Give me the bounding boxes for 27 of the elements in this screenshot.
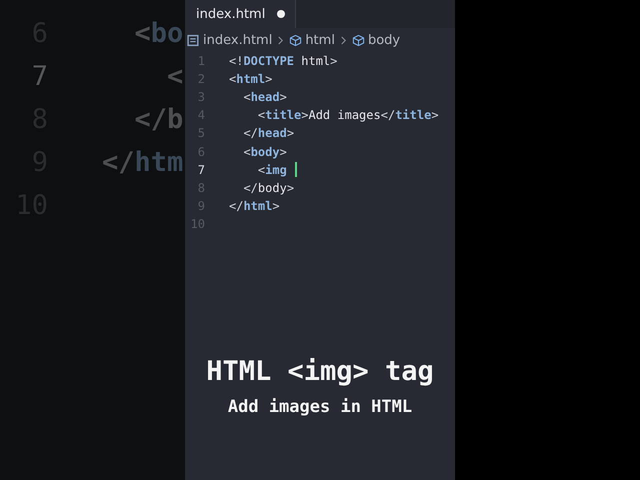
caption-title: HTML <img> tag bbox=[206, 356, 434, 387]
code-line: <html> bbox=[229, 72, 272, 86]
chevron-icon bbox=[277, 35, 284, 46]
breadcrumb-item[interactable]: html bbox=[305, 33, 335, 48]
code-line: </html> bbox=[229, 198, 280, 213]
code-line: <title>Add images</title> bbox=[256, 108, 439, 122]
code-line: </head> bbox=[242, 126, 294, 140]
breadcrumb-item[interactable]: body bbox=[368, 33, 400, 48]
line-number: 7 bbox=[196, 162, 205, 177]
line-number: 7 bbox=[30, 61, 48, 92]
code-line: <head> bbox=[242, 90, 287, 104]
file-icon bbox=[187, 34, 200, 47]
cube-icon bbox=[289, 34, 302, 47]
cube-icon bbox=[352, 34, 365, 47]
code-line: <body> bbox=[242, 144, 287, 159]
code-line: </body> bbox=[242, 180, 294, 195]
code-line: <img bbox=[256, 162, 287, 177]
caption-subtitle: Add images in HTML bbox=[228, 397, 412, 417]
code-line: </b bbox=[134, 104, 184, 135]
code-line: <!DOCTYPE html> bbox=[229, 54, 338, 68]
file-tab[interactable]: index.html bbox=[185, 0, 296, 28]
code-line: < bbox=[166, 61, 184, 92]
text-cursor bbox=[294, 162, 297, 178]
code-line: </htm bbox=[102, 147, 184, 178]
code-line: <bo bbox=[134, 18, 184, 49]
chevron-icon bbox=[340, 35, 347, 46]
breadcrumb-item[interactable]: index.html bbox=[203, 33, 272, 48]
